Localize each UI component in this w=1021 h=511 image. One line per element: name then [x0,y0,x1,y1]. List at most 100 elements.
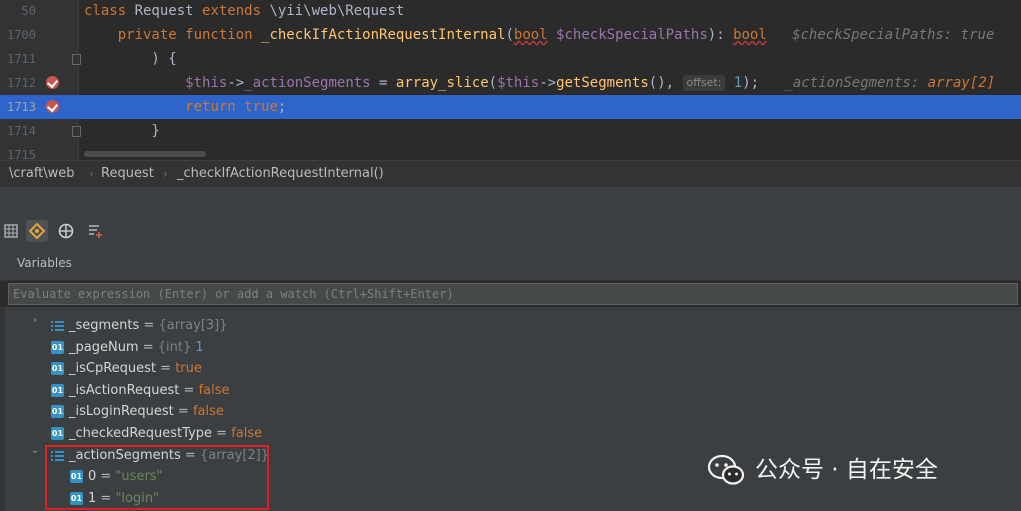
highlight-box [45,445,269,510]
variable-equals: = [179,382,199,398]
code-text: class Request extends \yii\web\Request [84,0,404,23]
code-line[interactable]: 1713 return true; [0,95,1021,119]
variable-name: _isCpRequest [69,361,157,377]
fold-icon[interactable] [72,126,81,137]
breadcrumb-method[interactable]: _checkIfActionRequestInternal() [177,161,384,187]
breadcrumb-separator: › [89,167,94,181]
code-token: _actionSegments [244,75,371,91]
debug-panel-header [0,187,1021,215]
variable-equals: = [173,404,193,420]
code-text: return true; [84,95,286,119]
watermark-text: 公众号 · 自在安全 [755,457,938,483]
watch-diamond-icon[interactable] [26,220,48,242]
line-number: 1700 [7,28,36,42]
code-token: Request [134,3,203,19]
inline-value-hint: $checkSpecialPaths: true [792,27,995,43]
evaluate-expression-input[interactable]: Evaluate expression (Enter) or add a wat… [8,283,1018,305]
variables-title: Variables [17,256,72,270]
breadcrumb-class[interactable]: Request [101,161,154,187]
inline-value-hint: array[2] [927,75,996,91]
code-line[interactable]: 1711 ) { [0,47,1021,71]
code-token: ; [277,99,287,115]
variable-row[interactable]: _pageNum = {int} 1 [69,337,204,358]
line-number: 1711 [7,52,36,66]
primitive-icon: 01 [51,340,64,354]
inline-value-hint: _actionSegments: [784,75,928,91]
variable-value: false [231,426,263,441]
variables-title-bar: Variables [0,247,1021,281]
code-token: getSegments [556,75,649,91]
globe-icon[interactable] [55,220,77,242]
code-editor[interactable]: 50 class Request extends \yii\web\Request… [0,0,1021,160]
code-line[interactable]: 1714 } [0,119,1021,143]
breadcrumb-namespace[interactable]: \craft\web [9,161,75,187]
primitive-icon: 01 [51,383,64,397]
code-token: return true [185,99,278,115]
primitive-icon: 01 [51,427,64,440]
code-text: private function _checkIfActionRequestIn… [84,23,995,47]
debug-toolbar [0,215,1021,247]
horizontal-scrollbar[interactable] [84,151,206,157]
code-token: private function [117,27,262,43]
code-token: class [84,3,135,19]
code-token: $this [497,75,540,91]
variable-row[interactable]: _segments = {array[3]} [69,315,228,336]
variable-name: _isLoginRequest [69,404,174,420]
code-token: extends [202,3,270,19]
variable-name: _isActionRequest [69,382,180,398]
line-number: 1712 [7,76,36,90]
code-token: ) { [84,51,177,67]
add-list-icon[interactable] [84,220,106,242]
line-number: 1715 [7,148,36,160]
code-token: = [370,75,396,91]
code-token: -> [539,75,557,91]
wechat-icon [707,454,745,485]
evaluate-placeholder: Evaluate expression (Enter) or add a wat… [13,287,454,301]
code-token: } [84,123,160,139]
code-token: _checkIfActionRequestInternal [261,27,506,43]
line-number: 50 [21,4,36,18]
variable-row[interactable]: _isLoginRequest = false [69,401,224,422]
collapse-arrow-icon[interactable]: ⌄ [30,445,40,466]
code-line[interactable]: 1700 private function _checkIfActionRequ… [0,23,1021,47]
variable-equals: = [139,318,159,333]
variable-row[interactable]: _isActionRequest = false [69,380,230,401]
primitive-icon: 01 [51,362,64,376]
code-text: $this->_actionSegments = array_slice($th… [84,71,995,95]
variable-type: {int} [157,339,196,355]
line-number: 1713 [7,100,36,114]
code-token: ( [488,75,498,91]
code-token: (), [648,75,683,91]
breadcrumb-separator: › [163,167,168,181]
code-token: array_slice [395,75,489,91]
code-token: bool [513,27,548,43]
variable-value: true [175,361,202,377]
variable-row[interactable]: _checkedRequestType = false [69,423,262,444]
table-icon[interactable] [0,220,22,242]
code-token: \yii\web\Request [269,3,405,19]
primitive-icon: 01 [51,405,64,419]
code-line[interactable]: 1712 $this-> _actionSegments = array_slic… [0,71,1021,95]
code-text: ) { [84,47,177,71]
fold-icon[interactable] [72,54,81,65]
breakpoint-icon[interactable] [46,100,59,113]
variable-value: false [192,404,224,420]
array-icon [51,319,64,332]
code-text: } [84,119,160,143]
variable-row[interactable]: _isCpRequest = true [69,358,202,379]
breakpoint-icon[interactable] [46,76,59,89]
code-token: ); [742,75,785,91]
expand-arrow-icon[interactable]: › [30,315,40,336]
line-number: 1714 [7,124,36,138]
code-line[interactable]: 50 class Request extends \yii\web\Request [0,0,1021,23]
breadcrumb: \craft\web › Request › _checkIfActionReq… [0,160,1021,187]
code-token: ): [707,27,734,43]
code-token: ( [505,27,514,43]
variable-value: 1 [195,339,204,355]
variable-name: _pageNum [69,339,139,355]
